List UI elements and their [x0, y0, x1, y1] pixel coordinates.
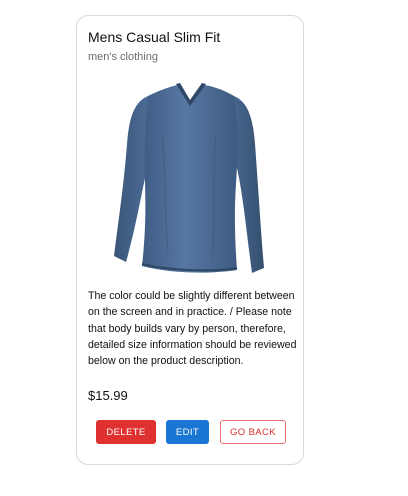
- product-image: [112, 74, 267, 277]
- go-back-button[interactable]: GO BACK: [220, 420, 286, 444]
- delete-button[interactable]: DELETE: [96, 420, 156, 444]
- edit-button[interactable]: EDIT: [166, 420, 209, 444]
- product-description: The color could be slightly different be…: [88, 290, 297, 368]
- product-title: Mens Casual Slim Fit: [88, 29, 221, 45]
- product-card: Mens Casual Slim Fit men's clothing The …: [76, 15, 304, 465]
- product-category: men's clothing: [88, 51, 158, 63]
- product-price: $15.99: [88, 388, 128, 403]
